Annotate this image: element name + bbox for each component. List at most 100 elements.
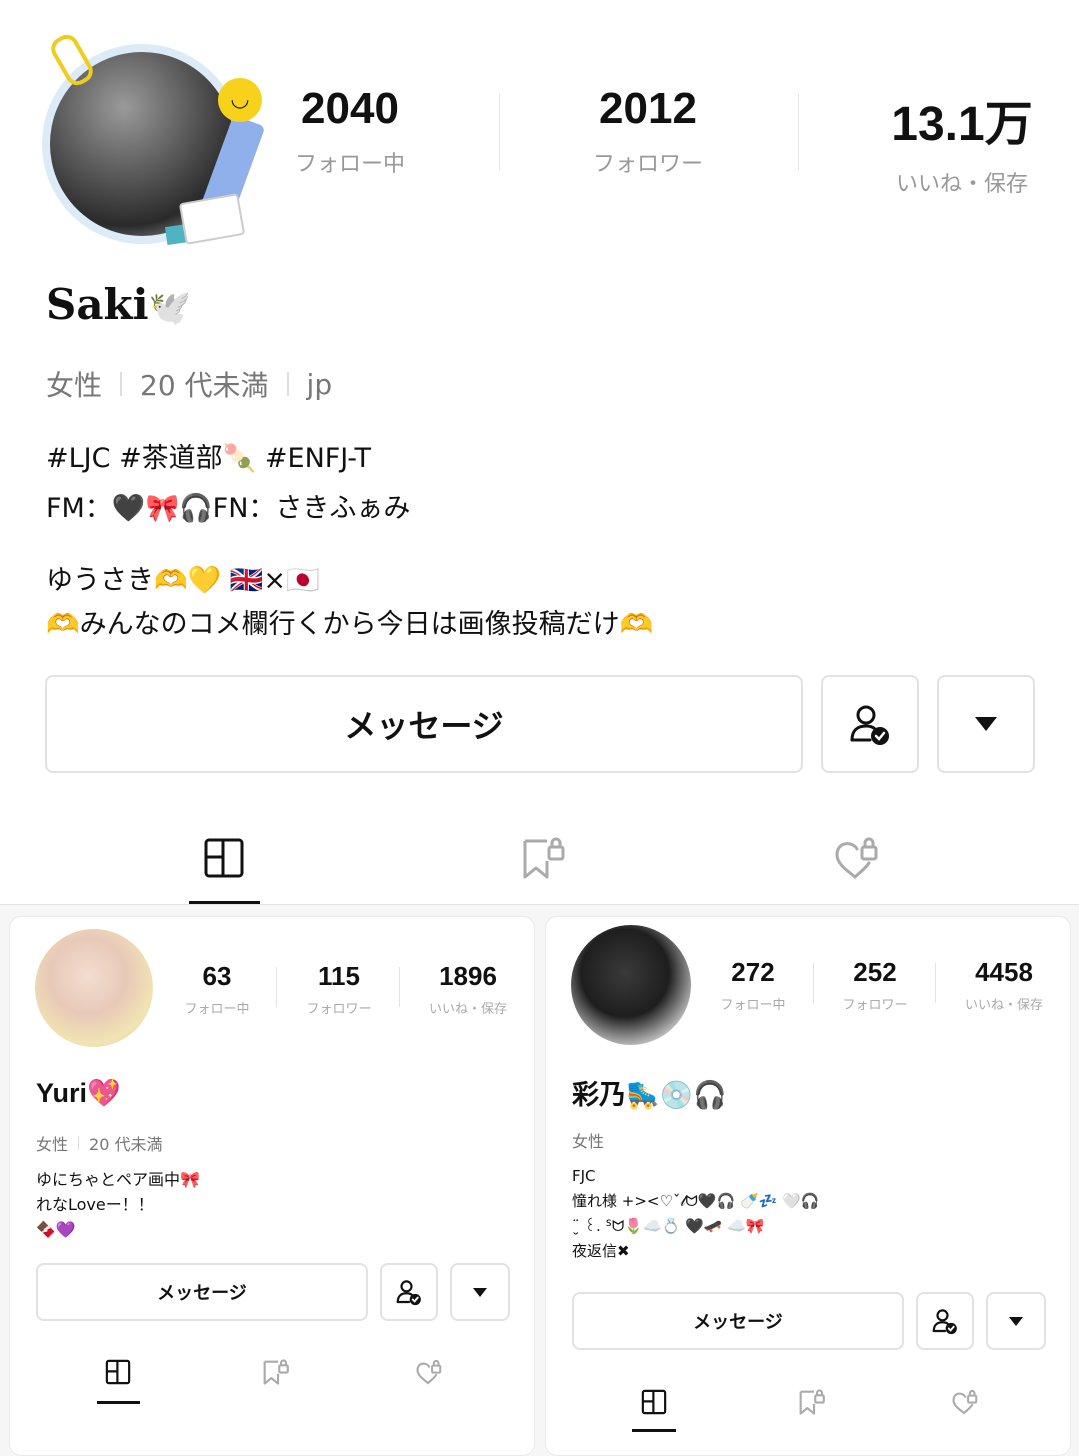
caret-down-icon xyxy=(473,1287,487,1297)
meta-age: 20 代未満 xyxy=(89,1135,163,1154)
profile-name-text: Saki xyxy=(46,280,149,329)
stat-likes[interactable]: 13.1万 いいね・保存 xyxy=(870,84,1054,198)
card-avatar[interactable] xyxy=(571,925,691,1045)
grid-icon xyxy=(204,838,244,878)
heart-lock-icon xyxy=(416,1359,442,1385)
card-tab-saved[interactable] xyxy=(255,1357,295,1387)
card-stat-label: いいね・保存 xyxy=(964,998,1043,1013)
bio-line: 🍫💜 xyxy=(36,1220,76,1239)
smiley-sticker-icon: ◡ xyxy=(218,78,262,122)
card-follow-status-button[interactable] xyxy=(380,1263,438,1321)
tab-liked[interactable] xyxy=(820,832,890,884)
profile-meta: 女性 20 代未満 jp xyxy=(46,364,332,404)
grid-icon xyxy=(641,1389,667,1415)
bookmark-lock-icon xyxy=(799,1389,825,1415)
tabs-divider xyxy=(0,904,1079,905)
meta-separator xyxy=(286,372,289,396)
tab-saved[interactable] xyxy=(507,832,577,884)
stat-value: 13.1万 xyxy=(891,98,1033,151)
bio-line: ゆにちゃとペア画中🎀 xyxy=(36,1170,200,1189)
card-stat-followers[interactable]: 252 フォロワー xyxy=(820,957,930,1013)
bio-line: #LJC #茶道部🍡 #ENFJ-T xyxy=(46,443,372,474)
meta-gender: 女性 xyxy=(572,1132,605,1151)
card-tab-posts[interactable] xyxy=(98,1357,138,1387)
follow-status-button[interactable] xyxy=(821,675,919,773)
caret-down-icon xyxy=(1009,1316,1023,1326)
card-tab-liked[interactable] xyxy=(944,1387,984,1417)
meta-gender: 女性 xyxy=(46,369,103,402)
stat-divider xyxy=(276,967,277,1007)
avatar[interactable]: ◡ xyxy=(30,28,270,248)
card-tab-active-indicator xyxy=(632,1429,676,1432)
bio-line: 夜返信✖ xyxy=(572,1242,630,1260)
card-meta: 女性 20 代未満 xyxy=(36,1131,162,1155)
card-stat-followers[interactable]: 115 フォロワー xyxy=(284,961,394,1017)
stat-label: フォロワー xyxy=(592,152,703,177)
card-bio: FJC 憧れ様 +><♡ˇ𝓁ᗢ🖤🎧 🍼💤 🤍🎧 ¨̮ ꒰. ᔆᗢ🌷☁️💍 🖤🛹 … xyxy=(572,1164,819,1264)
profile-name: Saki🕊️ xyxy=(46,280,191,329)
bio-line: ¨̮ ꒰. ᔆᗢ🌷☁️💍 🖤🛹 ☁️🎀 xyxy=(572,1217,765,1235)
meta-separator xyxy=(78,1136,80,1150)
stat-divider xyxy=(499,94,500,170)
stat-followers[interactable]: 2012 フォロワー xyxy=(568,84,728,178)
bio-line: ゆうさき🫶💛 🇬🇧×🇯🇵 xyxy=(46,565,320,596)
card-message-button[interactable]: メッセージ xyxy=(572,1292,904,1350)
bio-line: FM：🖤🎀🎧FN：さきふぁみ xyxy=(46,493,411,524)
card-tab-liked[interactable] xyxy=(408,1357,448,1387)
cup-sticker-icon xyxy=(178,193,246,245)
card-message-button[interactable]: メッセージ xyxy=(36,1263,368,1321)
card-more-dropdown-button[interactable] xyxy=(450,1263,510,1321)
card-name: Yuri💖 xyxy=(36,1078,121,1108)
bio-line: 🫶みんなのコメ欄行くから今日は画像投稿だけ🫶 xyxy=(46,609,654,640)
stat-divider xyxy=(813,963,814,1003)
profile-main: ◡ 2040 フォロー中 2012 フォロワー 13.1万 いいね・保存 Sak… xyxy=(0,0,1079,905)
meta-gender: 女性 xyxy=(36,1135,69,1154)
person-check-icon xyxy=(850,705,889,745)
card-tab-posts[interactable] xyxy=(634,1387,674,1417)
message-button[interactable]: メッセージ xyxy=(45,675,803,773)
heart-lock-icon xyxy=(952,1389,978,1415)
person-check-icon xyxy=(932,1309,957,1335)
card-meta: 女性 xyxy=(572,1128,604,1152)
tab-posts[interactable] xyxy=(189,832,259,884)
heart-lock-icon xyxy=(835,837,878,880)
card-avatar[interactable] xyxy=(35,929,153,1047)
stat-divider xyxy=(798,94,799,170)
bio-line: FJC xyxy=(572,1167,596,1185)
bio-line: れなLoveー！！ xyxy=(36,1195,154,1214)
bookmark-lock-icon xyxy=(523,837,565,879)
more-dropdown-button[interactable] xyxy=(937,675,1035,773)
stat-divider xyxy=(399,967,400,1007)
card-stat-value: 272 xyxy=(731,957,775,987)
card-follow-status-button[interactable] xyxy=(916,1292,974,1350)
person-check-icon xyxy=(396,1280,421,1306)
card-tab-saved[interactable] xyxy=(791,1387,831,1417)
grid-icon xyxy=(105,1359,131,1385)
stat-label: いいね・保存 xyxy=(895,172,1028,197)
stat-divider xyxy=(935,963,936,1003)
meta-age: 20 代未満 xyxy=(140,369,269,402)
card-stat-likes[interactable]: 1896 いいね・保存 xyxy=(412,961,524,1017)
stat-label: フォロー中 xyxy=(294,152,405,177)
profile-card-ayano[interactable]: 272 フォロー中 252 フォロワー 4458 いいね・保存 彩乃🛼💿🎧 女性… xyxy=(545,916,1071,1456)
profile-card-yuri[interactable]: 63 フォロー中 115 フォロワー 1896 いいね・保存 Yuri💖 女性 … xyxy=(9,916,535,1456)
stat-following[interactable]: 2040 フォロー中 xyxy=(270,84,430,178)
card-stat-label: いいね・保存 xyxy=(428,1002,507,1017)
dove-icon: 🕊️ xyxy=(148,288,191,328)
card-more-dropdown-button[interactable] xyxy=(986,1292,1046,1350)
card-stat-following[interactable]: 272 フォロー中 xyxy=(698,957,808,1013)
card-stat-following[interactable]: 63 フォロー中 xyxy=(162,961,272,1017)
card-stat-value: 115 xyxy=(318,961,360,991)
card-stat-label: フォロワー xyxy=(306,1002,372,1017)
stat-value: 2012 xyxy=(599,84,697,133)
card-stat-label: フォロー中 xyxy=(720,998,786,1013)
card-name: 彩乃🛼💿🎧 xyxy=(572,1080,727,1110)
card-stat-label: フォロー中 xyxy=(184,1002,250,1017)
meta-region: jp xyxy=(306,367,333,401)
card-stat-likes[interactable]: 4458 いいね・保存 xyxy=(948,957,1060,1013)
card-tab-active-indicator xyxy=(97,1401,140,1404)
bio-line: 憧れ様 +><♡ˇ𝓁ᗢ🖤🎧 🍼💤 🤍🎧 xyxy=(572,1192,820,1210)
card-stat-value: 1896 xyxy=(439,961,497,991)
card-stat-value: 4458 xyxy=(975,957,1033,987)
stat-value: 2040 xyxy=(301,84,399,133)
